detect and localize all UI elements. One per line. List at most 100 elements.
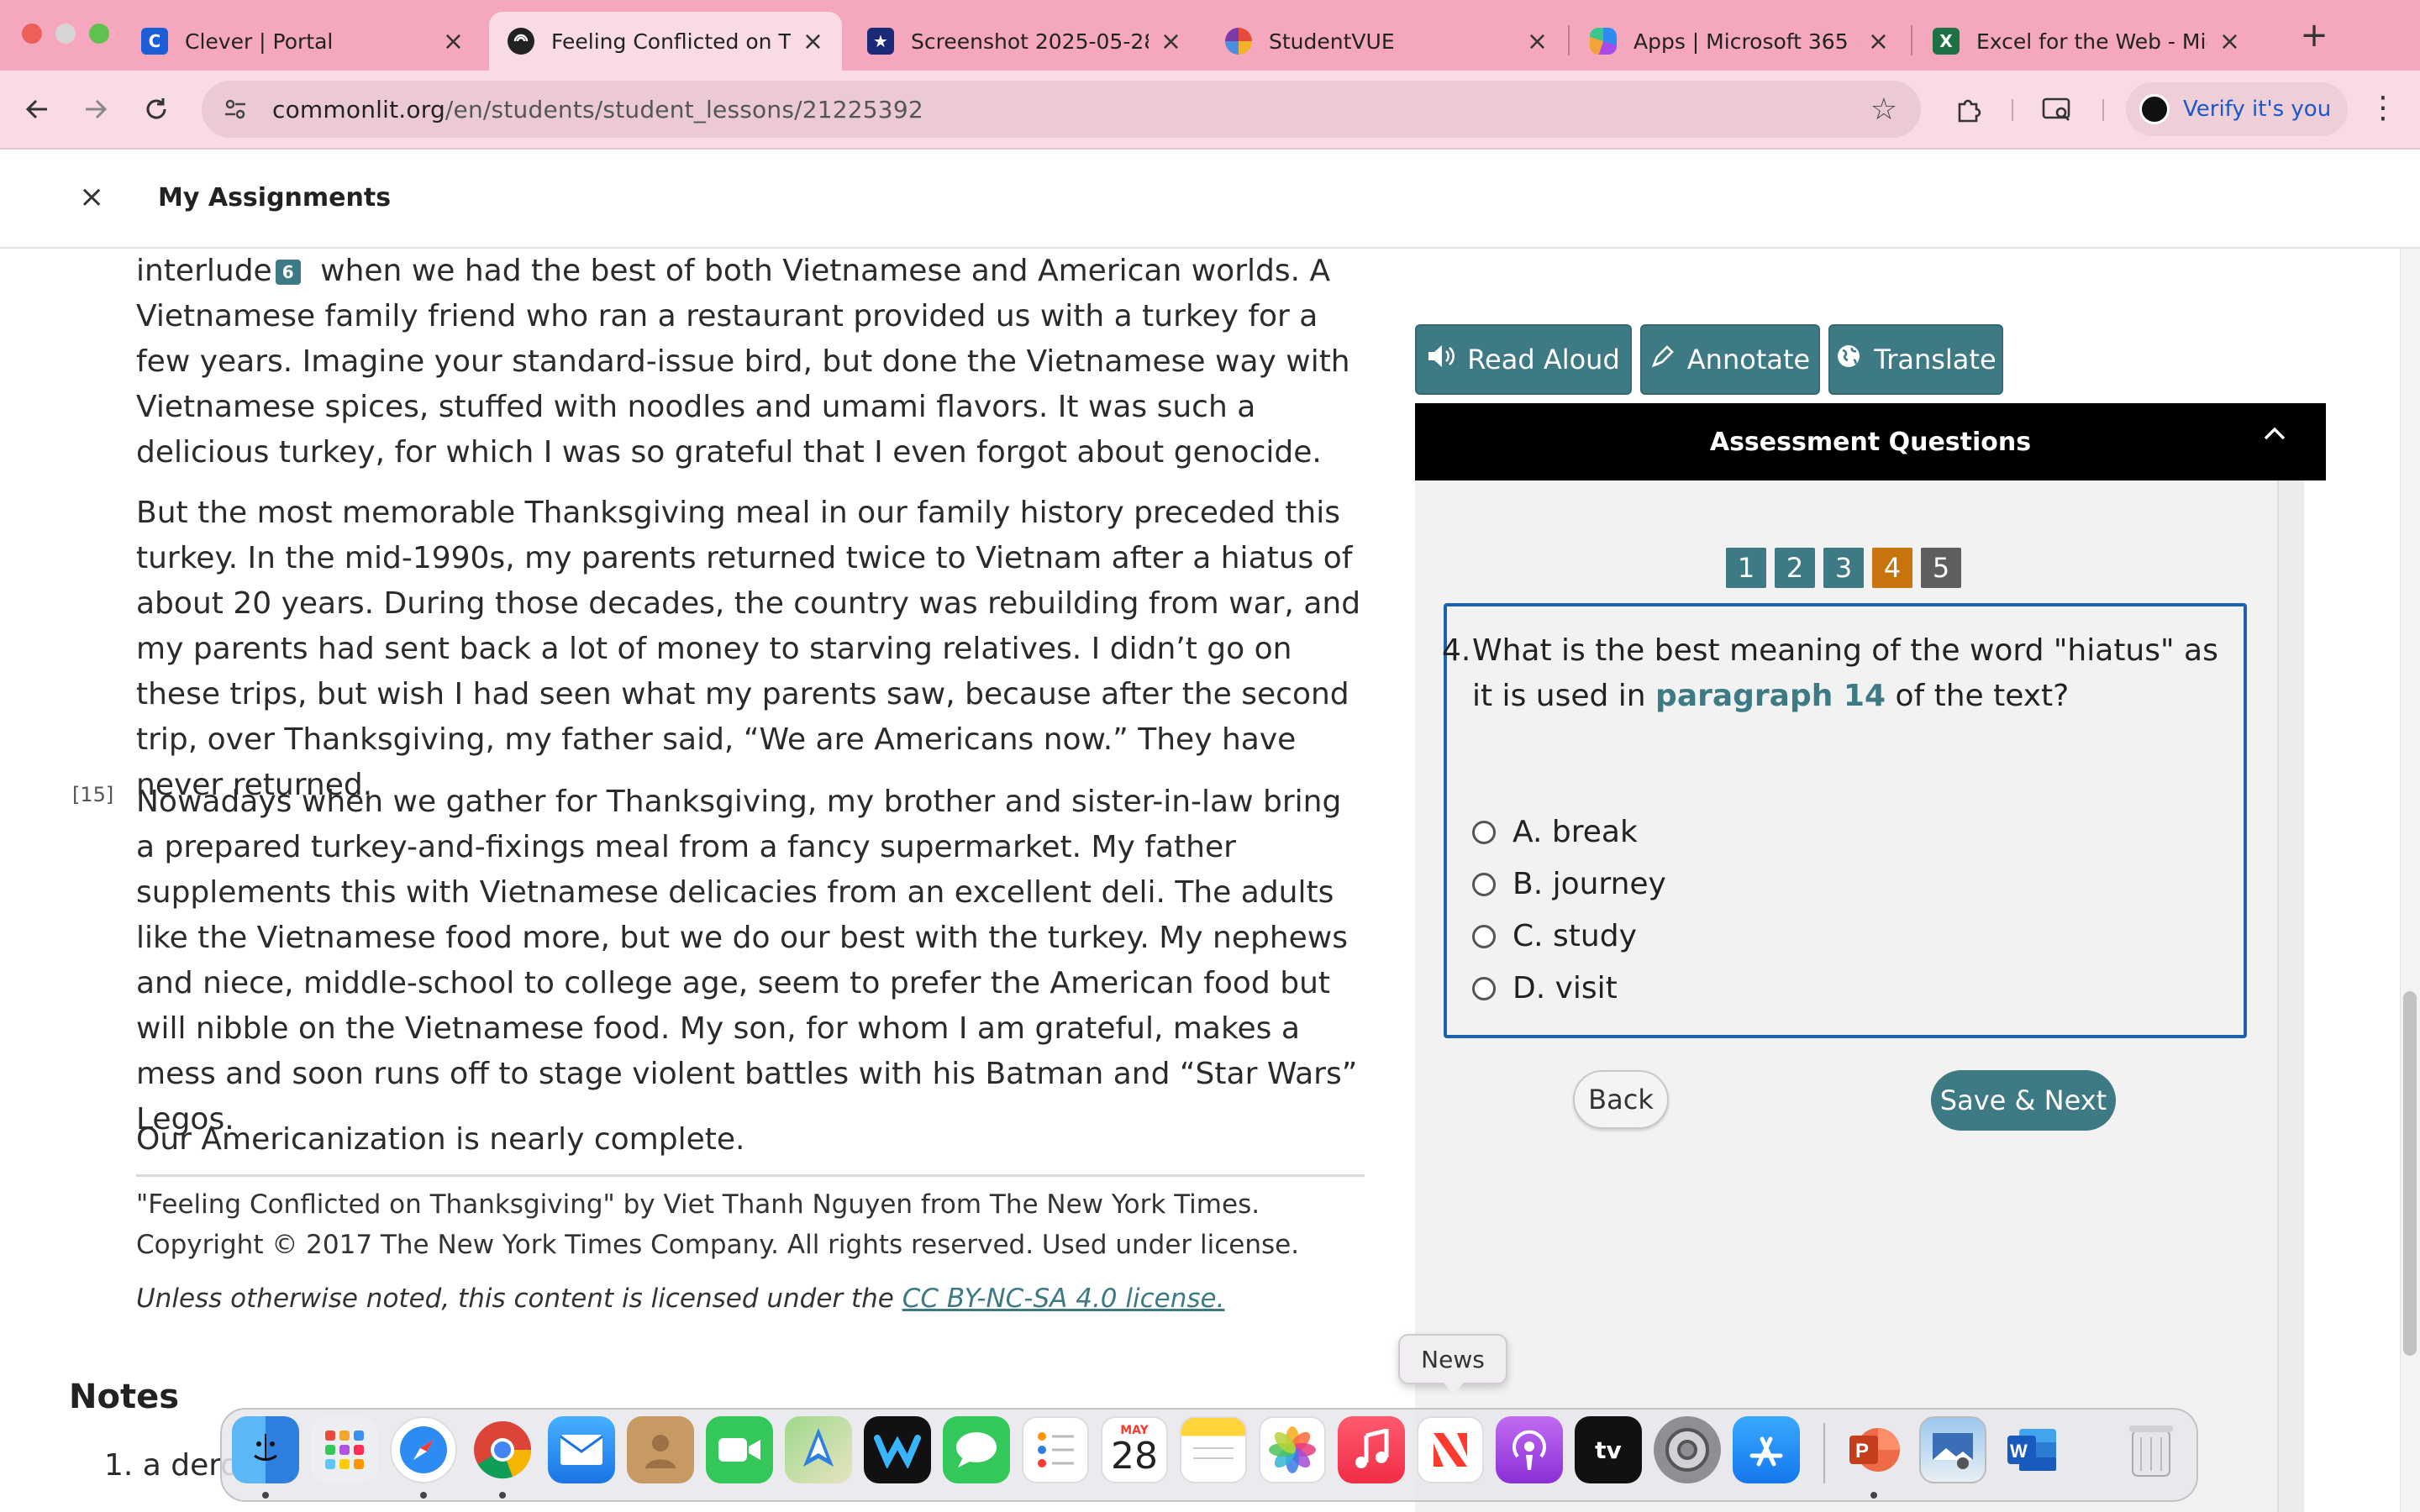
finder-icon[interactable] xyxy=(232,1416,299,1483)
paragraph-15: Nowadays when we gather for Thanksgiving… xyxy=(136,785,1358,1137)
svg-text:W: W xyxy=(2010,1441,2028,1462)
close-tab-icon[interactable]: × xyxy=(1868,27,1889,56)
commonlit-icon xyxy=(508,28,534,55)
license-note: Unless otherwise noted, this content is … xyxy=(136,1284,1224,1314)
messages-icon[interactable] xyxy=(943,1416,1010,1483)
new-tab-button[interactable]: + xyxy=(2291,12,2338,59)
music-icon[interactable] xyxy=(1338,1416,1405,1483)
question-nav-5[interactable]: 5 xyxy=(1921,548,1961,588)
forward-arrow-icon[interactable] xyxy=(72,86,119,133)
mail-icon[interactable] xyxy=(548,1416,615,1483)
browser-toolbar: commonlit.org/en/students/student_lesson… xyxy=(0,71,2420,150)
podcasts-icon[interactable] xyxy=(1496,1416,1563,1483)
radio-button[interactable] xyxy=(1472,872,1496,896)
answer-option-b[interactable]: B. journey xyxy=(1472,867,1666,901)
tab-title: Screenshot 2025-05-28 xyxy=(911,29,1149,54)
tab-separator xyxy=(1911,25,1912,55)
window-zoom-button[interactable] xyxy=(89,24,109,44)
globe-icon xyxy=(1835,343,1862,376)
answer-option-c[interactable]: C. study xyxy=(1472,919,1637,953)
reminders-icon[interactable] xyxy=(1022,1416,1089,1483)
translate-button[interactable]: Translate xyxy=(1828,324,2003,395)
tab-title: Clever | Portal xyxy=(185,29,334,54)
tab-title: Apps | Microsoft 365 Cop xyxy=(1634,29,1856,54)
read-aloud-button[interactable]: Read Aloud xyxy=(1415,324,1632,395)
paragraph-reference-link[interactable]: paragraph 14 xyxy=(1655,679,1886,713)
radio-button[interactable] xyxy=(1472,820,1496,844)
extensions-icon[interactable] xyxy=(1948,89,1988,129)
tab-screenshot[interactable]: ★ Screenshot 2025-05-28 × xyxy=(849,12,1200,71)
license-link[interactable]: CC BY-NC-SA 4.0 license. xyxy=(902,1284,1225,1314)
facetime-icon[interactable] xyxy=(706,1416,773,1483)
powerpoint-icon[interactable]: P xyxy=(1840,1416,1907,1483)
photos-icon[interactable] xyxy=(1259,1416,1326,1483)
question-nav-1[interactable]: 1 xyxy=(1726,548,1766,588)
tab-studentvue[interactable]: StudentVUE × xyxy=(1207,12,1566,71)
option-label: C. study xyxy=(1512,919,1637,953)
safari-icon[interactable] xyxy=(390,1416,457,1483)
tab-microsoft-365[interactable]: Apps | Microsoft 365 Cop × xyxy=(1571,12,1907,71)
tab-title: StudentVUE xyxy=(1269,29,1395,54)
maps-icon[interactable] xyxy=(785,1416,852,1483)
word-icon[interactable]: W xyxy=(1998,1416,2065,1483)
avatar xyxy=(2139,94,2170,124)
close-tab-icon[interactable]: × xyxy=(443,27,464,56)
preview-icon[interactable] xyxy=(1919,1416,1986,1483)
tab-title: Feeling Conflicted on Tha xyxy=(551,29,791,54)
profile-verify-button[interactable]: Verify it's you xyxy=(2126,82,2348,136)
system-settings-icon[interactable] xyxy=(1654,1416,1721,1483)
scrollbar-thumb[interactable] xyxy=(2403,991,2417,1356)
radio-button[interactable] xyxy=(1472,976,1496,1000)
clever-icon: C xyxy=(141,28,168,55)
tv-icon[interactable]: tv xyxy=(1575,1416,1642,1483)
question-nav-2[interactable]: 2 xyxy=(1775,548,1815,588)
close-tab-icon[interactable]: × xyxy=(1527,27,1548,56)
webex-icon[interactable] xyxy=(864,1416,931,1483)
profile-label: Verify it's you xyxy=(2183,97,2332,122)
close-tab-icon[interactable]: × xyxy=(802,27,823,56)
calendar-icon[interactable]: MAY 28 xyxy=(1101,1416,1168,1483)
answer-option-d[interactable]: D. visit xyxy=(1472,971,1618,1005)
answer-option-a[interactable]: A. break xyxy=(1472,815,1638,849)
chrome-icon[interactable] xyxy=(469,1416,536,1483)
tab-clever[interactable]: C Clever | Portal × xyxy=(123,12,482,71)
reload-icon[interactable] xyxy=(133,86,180,133)
tab-search-icon[interactable] xyxy=(2037,89,2077,129)
close-tab-icon[interactable]: × xyxy=(1160,27,1181,56)
radio-button[interactable] xyxy=(1472,924,1496,948)
back-button[interactable]: Back xyxy=(1573,1070,1669,1129)
question-number: 4. xyxy=(1442,633,1471,668)
paragraph-16: Our Americanization is nearly complete. xyxy=(136,1122,745,1157)
window-close-button[interactable] xyxy=(22,24,42,44)
bookmark-star-icon[interactable]: ☆ xyxy=(1870,92,1897,127)
app-store-icon[interactable] xyxy=(1733,1416,1800,1483)
address-bar[interactable]: commonlit.org/en/students/student_lesson… xyxy=(202,81,1921,138)
annotate-button[interactable]: Annotate xyxy=(1640,324,1820,395)
toolbar-separator xyxy=(2012,99,2013,121)
trash-icon[interactable] xyxy=(2118,1416,2185,1483)
question-nav-4-current[interactable]: 4 xyxy=(1872,548,1912,588)
window-minimize-button[interactable] xyxy=(55,24,76,44)
news-icon[interactable] xyxy=(1417,1416,1484,1483)
running-indicator xyxy=(499,1492,506,1499)
page-title[interactable]: My Assignments xyxy=(158,183,391,213)
browser-menu-icon[interactable]: ⋮ xyxy=(2368,91,2398,125)
contacts-icon[interactable] xyxy=(627,1416,694,1483)
site-settings-icon[interactable] xyxy=(220,94,250,124)
notes-icon[interactable] xyxy=(1180,1416,1247,1483)
panel-scrollbar[interactable] xyxy=(2277,480,2304,1512)
close-tab-icon[interactable]: × xyxy=(2219,27,2240,56)
back-arrow-icon[interactable] xyxy=(13,86,60,133)
close-icon[interactable]: × xyxy=(79,180,104,214)
question-nav-3[interactable]: 3 xyxy=(1823,548,1864,588)
chevron-up-icon[interactable] xyxy=(2260,420,2289,456)
tab-commonlit[interactable]: Feeling Conflicted on Tha × xyxy=(489,12,842,71)
footnote-badge[interactable]: 6 xyxy=(275,260,301,285)
tab-excel[interactable]: X Excel for the Web - Micro × xyxy=(1914,12,2259,71)
assessment-header[interactable]: Assessment Questions xyxy=(1415,403,2326,480)
save-next-button[interactable]: Save & Next xyxy=(1931,1070,2116,1131)
license-text: Unless otherwise noted, this content is … xyxy=(136,1284,902,1314)
launchpad-icon[interactable] xyxy=(311,1416,378,1483)
running-indicator xyxy=(420,1492,427,1499)
text-span: when we had the best of both Vietnamese … xyxy=(136,254,1350,470)
